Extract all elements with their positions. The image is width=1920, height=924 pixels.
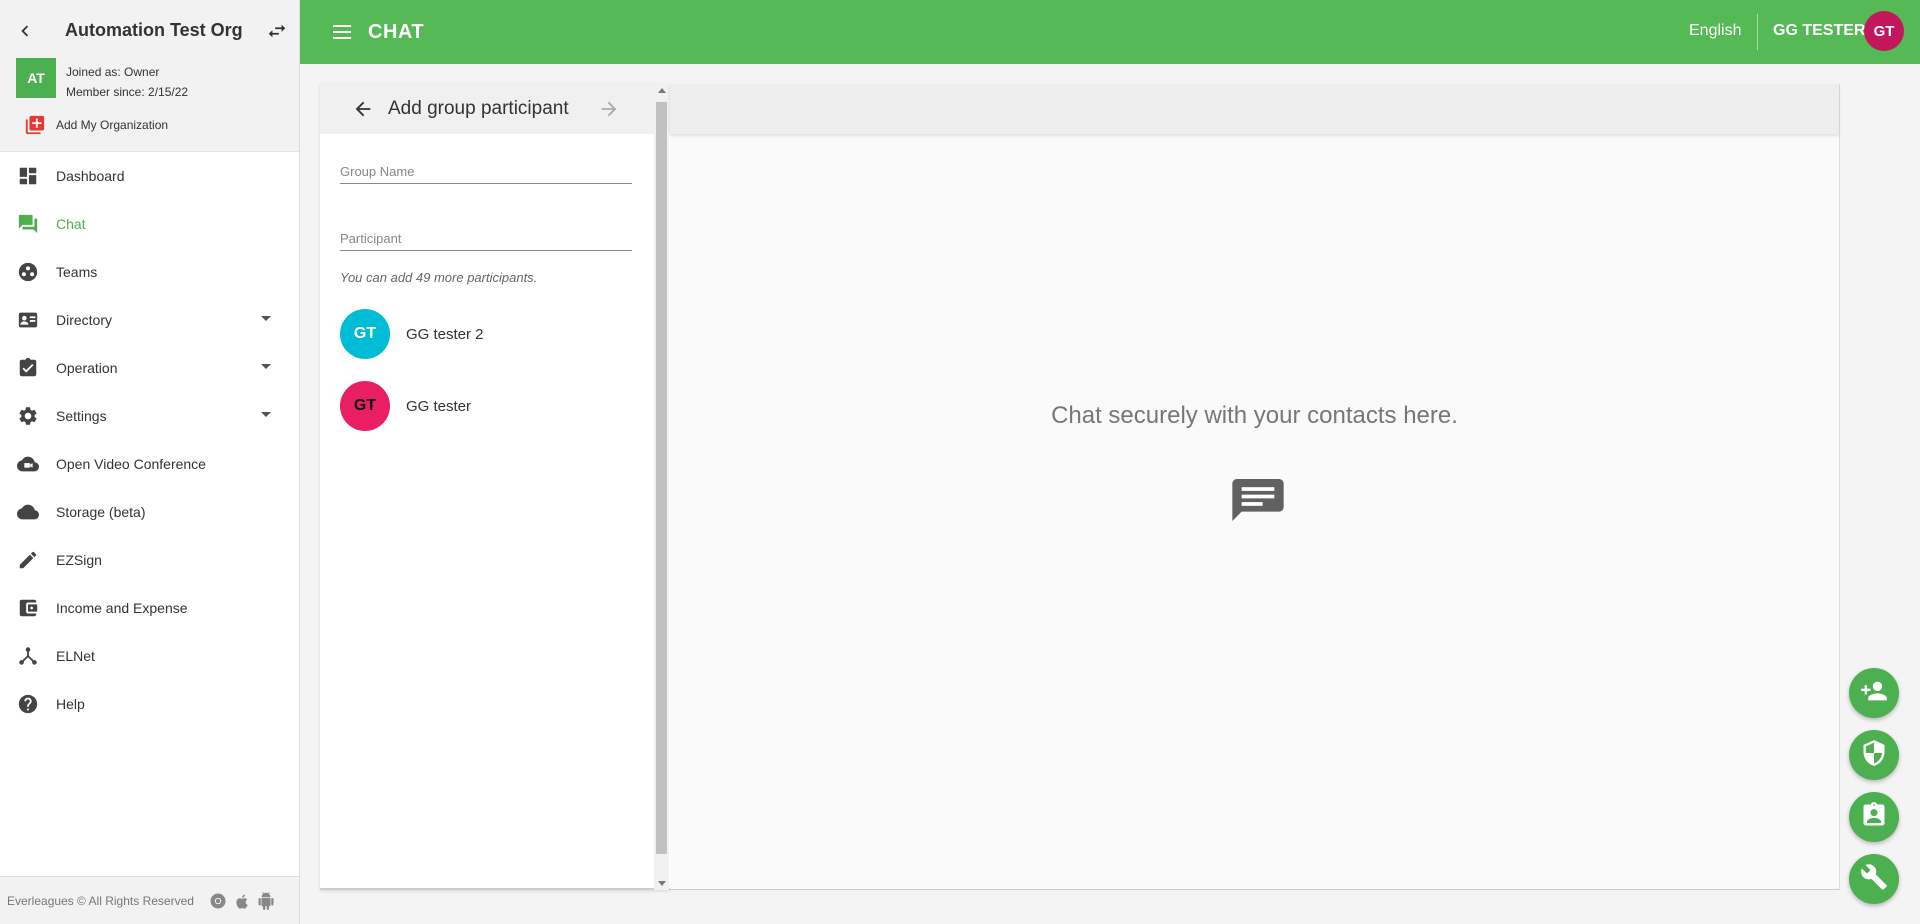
add-organization-label: Add My Organization bbox=[56, 118, 169, 132]
menu-icon[interactable] bbox=[330, 21, 354, 43]
nav-item-help[interactable]: Help bbox=[0, 680, 299, 728]
sidebar: Automation Test Org AT Joined as: Owner … bbox=[0, 0, 300, 924]
shield-icon bbox=[1860, 739, 1888, 772]
chrome-icon[interactable] bbox=[208, 891, 228, 911]
top-bar: CHAT English GG TESTER GT bbox=[300, 0, 1920, 64]
header-divider bbox=[1757, 14, 1758, 50]
nav-item-video-conference[interactable]: Open Video Conference bbox=[0, 440, 299, 488]
member-since: Member since: 2/15/22 bbox=[66, 85, 189, 99]
nav-list: Dashboard Chat Teams Directory Operation… bbox=[0, 152, 299, 728]
nav-item-directory[interactable]: Directory bbox=[0, 296, 299, 344]
sidebar-footer: Everleagues © All Rights Reserved bbox=[0, 876, 299, 924]
nav-item-storage[interactable]: Storage (beta) bbox=[0, 488, 299, 536]
nav-item-operation[interactable]: Operation bbox=[0, 344, 299, 392]
group-name-input[interactable] bbox=[340, 156, 632, 179]
org-avatar: AT bbox=[16, 58, 56, 98]
nav-label: Teams bbox=[56, 264, 98, 280]
arrow-back-icon[interactable] bbox=[352, 98, 374, 120]
contact-avatar: GT bbox=[340, 309, 390, 359]
nav-item-elnet[interactable]: ELNet bbox=[0, 632, 299, 680]
nav-label: Help bbox=[56, 696, 85, 712]
user-avatar[interactable]: GT bbox=[1864, 11, 1904, 51]
chevron-down-icon[interactable] bbox=[261, 316, 271, 321]
copyright-text: Everleagues © All Rights Reserved bbox=[7, 893, 194, 908]
scroll-up-arrow[interactable] bbox=[658, 88, 666, 93]
nav-item-settings[interactable]: Settings bbox=[0, 392, 299, 440]
participant-field bbox=[340, 223, 632, 251]
user-name[interactable]: GG TESTER bbox=[1773, 22, 1865, 40]
empty-chat-message: Chat securely with your contacts here. bbox=[1051, 402, 1458, 429]
teams-icon bbox=[16, 260, 40, 284]
group-name-field bbox=[340, 156, 632, 184]
chat-bubble-icon bbox=[1230, 472, 1286, 528]
nav-label: Chat bbox=[56, 216, 86, 232]
chevron-down-icon[interactable] bbox=[261, 364, 271, 369]
chat-icon bbox=[16, 212, 40, 236]
panel-header: Add group participant bbox=[320, 84, 670, 134]
contact-item[interactable]: GT GG tester bbox=[340, 380, 471, 432]
android-icon[interactable] bbox=[256, 891, 276, 911]
badge-icon bbox=[1860, 801, 1888, 834]
nav-label: EZSign bbox=[56, 552, 102, 568]
back-icon[interactable] bbox=[14, 20, 36, 42]
language-selector[interactable]: English bbox=[1689, 22, 1741, 40]
video-cloud-icon bbox=[16, 452, 40, 476]
person-add-icon bbox=[1860, 677, 1888, 710]
joined-as: Joined as: Owner bbox=[66, 65, 160, 79]
security-fab[interactable] bbox=[1849, 730, 1899, 780]
nav-item-ezsign[interactable]: EZSign bbox=[0, 536, 299, 584]
dashboard-icon bbox=[16, 164, 40, 188]
nav-label: Settings bbox=[56, 408, 107, 424]
org-header: Automation Test Org AT Joined as: Owner … bbox=[0, 0, 299, 152]
panel-title: Add group participant bbox=[388, 98, 569, 119]
add-box-icon bbox=[24, 114, 46, 136]
tools-fab[interactable] bbox=[1849, 854, 1899, 904]
nav-label: Directory bbox=[56, 312, 113, 328]
wrench-icon bbox=[1860, 863, 1888, 896]
chat-header bbox=[670, 84, 1839, 134]
contact-card-fab[interactable] bbox=[1849, 792, 1899, 842]
org-name: Automation Test Org bbox=[65, 20, 243, 40]
help-icon bbox=[16, 692, 40, 716]
nav-label: Open Video Conference bbox=[56, 456, 206, 472]
nav-item-income-expense[interactable]: Income and Expense bbox=[0, 584, 299, 632]
nav-label: ELNet bbox=[56, 648, 95, 664]
participant-input[interactable] bbox=[340, 223, 632, 246]
nav-label: Income and Expense bbox=[56, 600, 188, 616]
chevron-down-icon[interactable] bbox=[261, 412, 271, 417]
contact-name: GG tester bbox=[406, 397, 472, 415]
scroll-thumb[interactable] bbox=[656, 102, 667, 854]
operation-icon bbox=[16, 356, 40, 380]
contact-item[interactable]: GT GG tester 2 bbox=[340, 308, 484, 360]
network-icon bbox=[16, 644, 40, 668]
page-title: CHAT bbox=[368, 21, 425, 43]
arrow-forward-icon[interactable] bbox=[598, 98, 620, 120]
app-links bbox=[208, 891, 276, 911]
nav-label: Operation bbox=[56, 360, 118, 376]
nav-item-teams[interactable]: Teams bbox=[0, 248, 299, 296]
add-participant-panel: Add group participant You can add 49 mor… bbox=[320, 84, 670, 890]
apple-icon[interactable] bbox=[232, 891, 252, 911]
cloud-icon bbox=[16, 500, 40, 524]
add-contact-fab[interactable] bbox=[1849, 668, 1899, 718]
add-organization-button[interactable]: Add My Organization bbox=[24, 114, 168, 136]
nav-label: Storage (beta) bbox=[56, 504, 146, 520]
participant-limit-hint: You can add 49 more participants. bbox=[340, 270, 538, 285]
gear-icon bbox=[16, 404, 40, 428]
wallet-icon bbox=[16, 596, 40, 620]
scroll-down-arrow[interactable] bbox=[658, 881, 666, 886]
nav-item-chat[interactable]: Chat bbox=[0, 200, 299, 248]
org-meta: Joined as: Owner Member since: 2/15/22 bbox=[66, 62, 188, 102]
contact-avatar: GT bbox=[340, 381, 390, 431]
chat-area: Chat securely with your contacts here. bbox=[670, 84, 1840, 890]
nav-label: Dashboard bbox=[56, 168, 125, 184]
panel-scrollbar[interactable] bbox=[654, 84, 669, 890]
nav-item-dashboard[interactable]: Dashboard bbox=[0, 152, 299, 200]
contact-name: GG tester 2 bbox=[406, 325, 484, 343]
switch-org-icon[interactable] bbox=[266, 20, 288, 42]
directory-icon bbox=[16, 308, 40, 332]
pencil-icon bbox=[16, 548, 40, 572]
